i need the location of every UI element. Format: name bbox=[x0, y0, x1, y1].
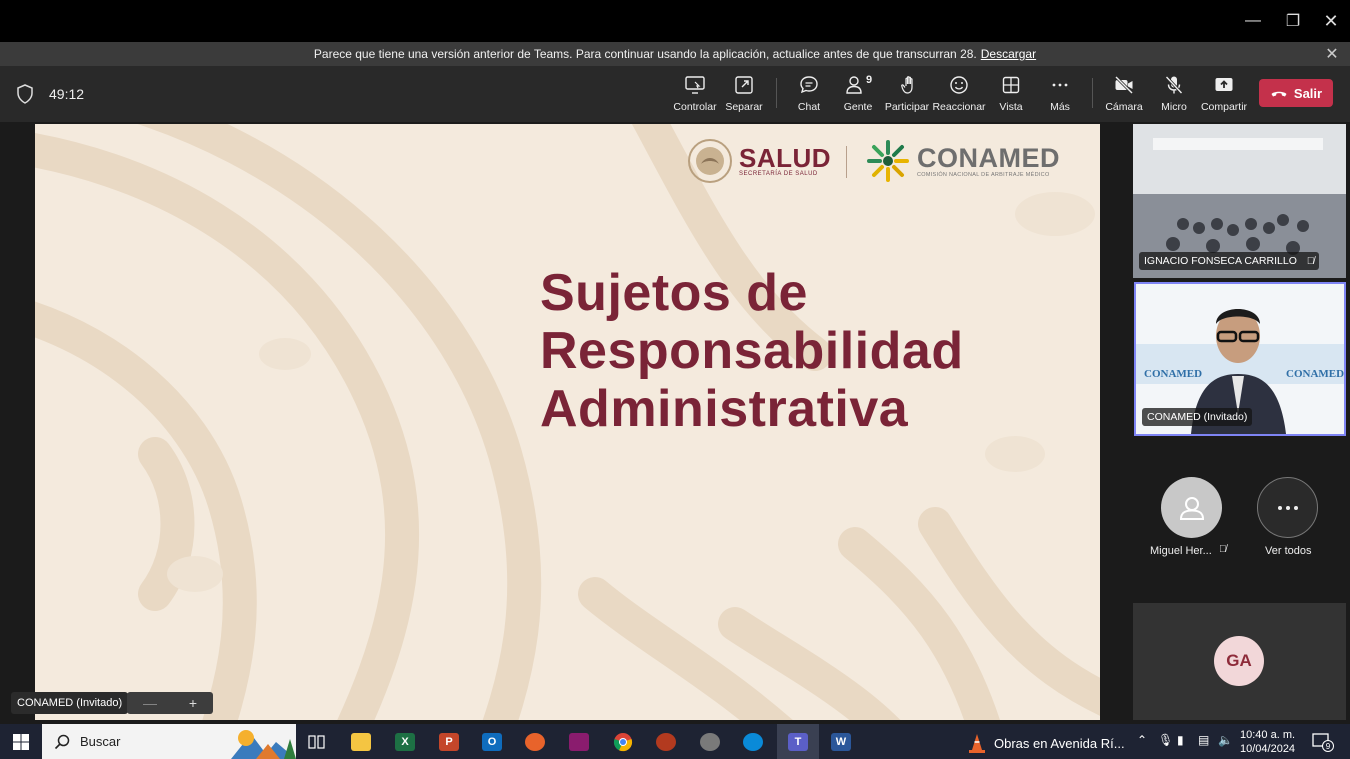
hang-up-icon bbox=[1271, 91, 1287, 97]
salud-logo-text: SALUD bbox=[739, 143, 832, 173]
people-icon bbox=[846, 76, 862, 94]
camera-off-icon bbox=[1114, 75, 1134, 95]
wall-sign-text: CONAMED bbox=[1144, 368, 1203, 380]
close-window-icon[interactable]: ✕ bbox=[1308, 0, 1350, 42]
task-view-icon[interactable] bbox=[302, 728, 332, 756]
chat-button[interactable]: Chat bbox=[784, 74, 834, 116]
eagle-seal-icon bbox=[688, 139, 732, 183]
conamed-logo-subtitle: COMISIÓN NACIONAL DE ARBITRAJE MÉDICO bbox=[917, 171, 1050, 178]
toolbar-divider bbox=[1092, 78, 1093, 108]
participant-name-label: IGNACIO FONSECA CARRILLO 🎙̸ bbox=[1139, 252, 1320, 270]
screen-control-icon bbox=[685, 76, 705, 94]
network-icon[interactable]: ▤ bbox=[1198, 733, 1209, 747]
battery-icon[interactable]: ▮ bbox=[1177, 733, 1184, 747]
self-avatar: GA bbox=[1214, 636, 1264, 686]
participant-name: Miguel Her... bbox=[1150, 545, 1212, 557]
app-icon[interactable] bbox=[564, 728, 594, 756]
shared-slide: SALUD SECRETARÍA DE SALUD CONAMED COMISI… bbox=[35, 124, 1100, 720]
mic-muted-icon: 🎙̸ bbox=[1306, 255, 1315, 267]
shield-icon bbox=[17, 84, 33, 104]
conamed-logo: CONAMED COMISIÓN NACIONAL DE ARBITRAJE M… bbox=[865, 138, 1060, 184]
webex-icon[interactable] bbox=[738, 728, 768, 756]
firefox-icon[interactable] bbox=[520, 728, 550, 756]
view-button[interactable]: Vista bbox=[986, 74, 1036, 116]
download-link[interactable]: Descargar bbox=[981, 47, 1036, 61]
zoom-out-icon[interactable]: — bbox=[143, 695, 157, 711]
smiley-icon bbox=[950, 76, 968, 94]
meeting-timer: 49:12 bbox=[49, 86, 85, 102]
chat-icon bbox=[800, 76, 818, 94]
wall-sign-text: CONAMED bbox=[1286, 368, 1345, 380]
traffic-cone-icon bbox=[969, 734, 985, 753]
mic-off-icon bbox=[1165, 75, 1183, 95]
self-video-tile[interactable]: GA bbox=[1133, 603, 1346, 720]
zoom-controls: — + bbox=[127, 692, 213, 714]
camera-button[interactable]: Cámara bbox=[1099, 74, 1149, 116]
person-icon bbox=[1179, 496, 1204, 520]
search-placeholder: Buscar bbox=[80, 734, 121, 749]
notification-count: 9 bbox=[1322, 740, 1334, 752]
react-button[interactable]: Reaccionar bbox=[932, 74, 986, 116]
windows-start-icon[interactable] bbox=[6, 728, 36, 756]
toolbar-divider bbox=[776, 78, 777, 108]
people-button[interactable]: 9 Gente bbox=[833, 74, 883, 116]
taskbar-search[interactable]: Buscar bbox=[42, 724, 296, 759]
volume-icon[interactable]: 🔈 bbox=[1218, 733, 1233, 747]
search-highlight-illustration bbox=[231, 730, 296, 759]
conamed-logo-text: CONAMED bbox=[917, 142, 1060, 173]
windows-taskbar: Buscar X P O T W Obras en Avenida Rí... … bbox=[0, 724, 1350, 759]
more-dots-icon bbox=[1277, 505, 1298, 510]
participant-name-label: CONAMED (Invitado) bbox=[1142, 408, 1253, 426]
chrome-icon[interactable] bbox=[608, 728, 638, 756]
see-all-label: Ver todos bbox=[1265, 545, 1312, 557]
popout-icon bbox=[735, 76, 753, 94]
more-button[interactable]: Más bbox=[1035, 74, 1085, 116]
grid-view-icon bbox=[1002, 76, 1020, 94]
chevron-up-icon[interactable]: ⌃ bbox=[1137, 733, 1147, 747]
zoom-in-icon[interactable]: + bbox=[189, 695, 197, 711]
excel-icon[interactable]: X bbox=[390, 728, 420, 756]
share-button[interactable]: Compartir bbox=[1199, 74, 1249, 116]
search-icon bbox=[54, 734, 70, 749]
see-all-button[interactable] bbox=[1257, 477, 1318, 538]
people-count: 9 bbox=[865, 74, 873, 86]
close-icon[interactable]: ✕ bbox=[1322, 44, 1342, 64]
video-tile-room[interactable]: IGNACIO FONSECA CARRILLO 🎙̸ bbox=[1133, 124, 1346, 278]
window-title-bar: — ❐ ✕ bbox=[0, 0, 1350, 42]
control-button[interactable]: Controlar bbox=[670, 74, 720, 116]
participant-avatar[interactable] bbox=[1161, 477, 1222, 538]
powerpoint-icon[interactable]: P bbox=[434, 728, 464, 756]
banner-message: Parece que tiene una versión anterior de… bbox=[313, 47, 977, 61]
notifications-icon[interactable]: 9 bbox=[1312, 732, 1334, 752]
leave-button[interactable]: Salir bbox=[1259, 79, 1333, 107]
system-clock[interactable]: 10:40 a. m. 10/04/2024 bbox=[1240, 728, 1295, 756]
video-tile-speaker[interactable]: CONAMED CONAMED CONAMED (Invitado) bbox=[1134, 282, 1346, 436]
more-dots-icon bbox=[1052, 83, 1068, 87]
share-screen-icon bbox=[1215, 78, 1233, 91]
conamed-burst-icon bbox=[867, 140, 909, 182]
microphone-icon[interactable]: 🎙 bbox=[1158, 733, 1173, 747]
teams-icon[interactable]: T bbox=[777, 724, 819, 759]
mic-button[interactable]: Micro bbox=[1149, 74, 1199, 116]
hand-icon bbox=[901, 76, 913, 94]
presenter-name-tag: CONAMED (Invitado) bbox=[11, 692, 129, 714]
mic-muted-icon: 🎙̸ bbox=[1219, 544, 1227, 555]
app-icon[interactable] bbox=[695, 728, 725, 756]
update-banner: Parece que tiene una versión anterior de… bbox=[0, 42, 1350, 66]
raise-hand-button[interactable]: Participar bbox=[882, 74, 932, 116]
file-explorer-icon[interactable] bbox=[346, 728, 376, 756]
salud-logo-subtitle: SECRETARÍA DE SALUD bbox=[739, 171, 818, 177]
word-icon[interactable]: W bbox=[826, 728, 856, 756]
salud-logo: SALUD SECRETARÍA DE SALUD bbox=[687, 138, 831, 184]
outlook-icon[interactable]: O bbox=[477, 728, 507, 756]
popout-button[interactable]: Separar bbox=[719, 74, 769, 116]
slide-title: Sujetos de Responsabilidad Administrativ… bbox=[540, 264, 964, 438]
meeting-toolbar: 49:12 Controlar Separar Chat 9 Gente Par… bbox=[0, 66, 1350, 122]
news-widget[interactable]: Obras en Avenida Rí... bbox=[966, 732, 1125, 754]
logo-divider bbox=[846, 146, 847, 178]
app-icon[interactable] bbox=[651, 728, 681, 756]
